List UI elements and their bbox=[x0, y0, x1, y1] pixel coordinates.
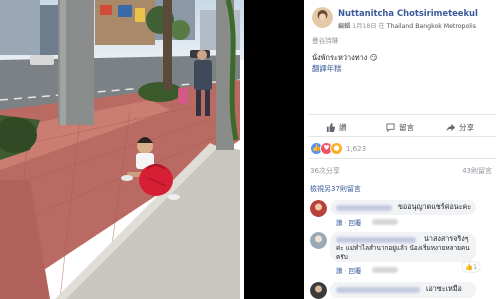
share-label: 分享 bbox=[459, 123, 475, 132]
divider bbox=[308, 136, 496, 137]
author-avatar[interactable] bbox=[312, 7, 333, 28]
commenter-name-blurred bbox=[336, 287, 420, 293]
comment-like-link[interactable]: 讚 bbox=[336, 267, 342, 275]
comment-button[interactable]: 留言 bbox=[386, 122, 414, 133]
post-location[interactable]: Thailand Bangkok Metropolis bbox=[387, 23, 476, 30]
comment-time-blurred bbox=[372, 267, 398, 273]
edited-label[interactable]: 編輯 bbox=[338, 23, 350, 30]
post-meta: 編輯 1月18日 在 Thailand Bangkok Metropolis bbox=[338, 21, 476, 30]
comment-text: ขออนุญาตแชร์ค่อนะคะ bbox=[398, 202, 472, 211]
translate-link[interactable]: 翻譯年糕 bbox=[312, 63, 342, 74]
like-button[interactable]: 讚 bbox=[326, 122, 347, 133]
comment-actions: 讚 · 回覆 bbox=[336, 219, 362, 227]
street-scene-image bbox=[0, 0, 304, 299]
author-name[interactable]: Nuttanitcha Chotsirimeteekul bbox=[338, 8, 478, 18]
divider bbox=[308, 114, 496, 115]
share-button[interactable]: 分享 bbox=[446, 122, 474, 133]
share-icon bbox=[446, 123, 455, 132]
at-label: 在 bbox=[378, 23, 385, 30]
reactions-summary[interactable]: 👍 ♥ ● 1,623 bbox=[310, 142, 366, 155]
comment-text-line2: ค่ะ แม่ทำไลสำนากอยู่แล้ว น้องเริ่มหงายหล… bbox=[336, 244, 470, 252]
comment-label: 留言 bbox=[399, 123, 415, 132]
commenter-avatar[interactable] bbox=[310, 282, 327, 299]
commenter-avatar[interactable] bbox=[310, 232, 327, 249]
comment-like-link[interactable]: 讚 bbox=[336, 219, 342, 227]
share-count[interactable]: 36次分享 bbox=[310, 166, 340, 176]
post-photo[interactable] bbox=[0, 0, 304, 299]
comment-actions: 讚 · 回覆 bbox=[336, 267, 362, 275]
reaction-count: 1,623 bbox=[346, 144, 367, 153]
comment-icon bbox=[386, 123, 395, 132]
commenter-name-blurred bbox=[336, 205, 392, 211]
comment-like-badge[interactable]: 👍1 bbox=[462, 262, 481, 272]
post-sublabel: 曼谷詩琳 bbox=[312, 37, 339, 45]
like-label: 讚 bbox=[339, 123, 347, 132]
post-date[interactable]: 1月18日 bbox=[352, 23, 376, 30]
wow-reaction-icon: ● bbox=[330, 142, 343, 155]
comment-reply-link[interactable]: 回覆 bbox=[349, 219, 362, 227]
comment-count[interactable]: 43則留言 bbox=[462, 166, 492, 176]
comment-text-line3: ครับ bbox=[336, 253, 348, 261]
comment-like-count: 1 bbox=[472, 263, 478, 271]
commenter-avatar[interactable] bbox=[310, 200, 327, 217]
comment-reply-link[interactable]: 回覆 bbox=[349, 267, 362, 275]
divider bbox=[308, 158, 496, 159]
view-more-comments[interactable]: 檢視另37則留言 bbox=[310, 184, 361, 194]
comment-text: เอาซะเหมือ bbox=[426, 284, 462, 293]
thumbs-up-icon bbox=[326, 123, 335, 132]
comment-time-blurred bbox=[372, 219, 398, 225]
thumbs-up-icon: 👍 bbox=[465, 263, 473, 271]
